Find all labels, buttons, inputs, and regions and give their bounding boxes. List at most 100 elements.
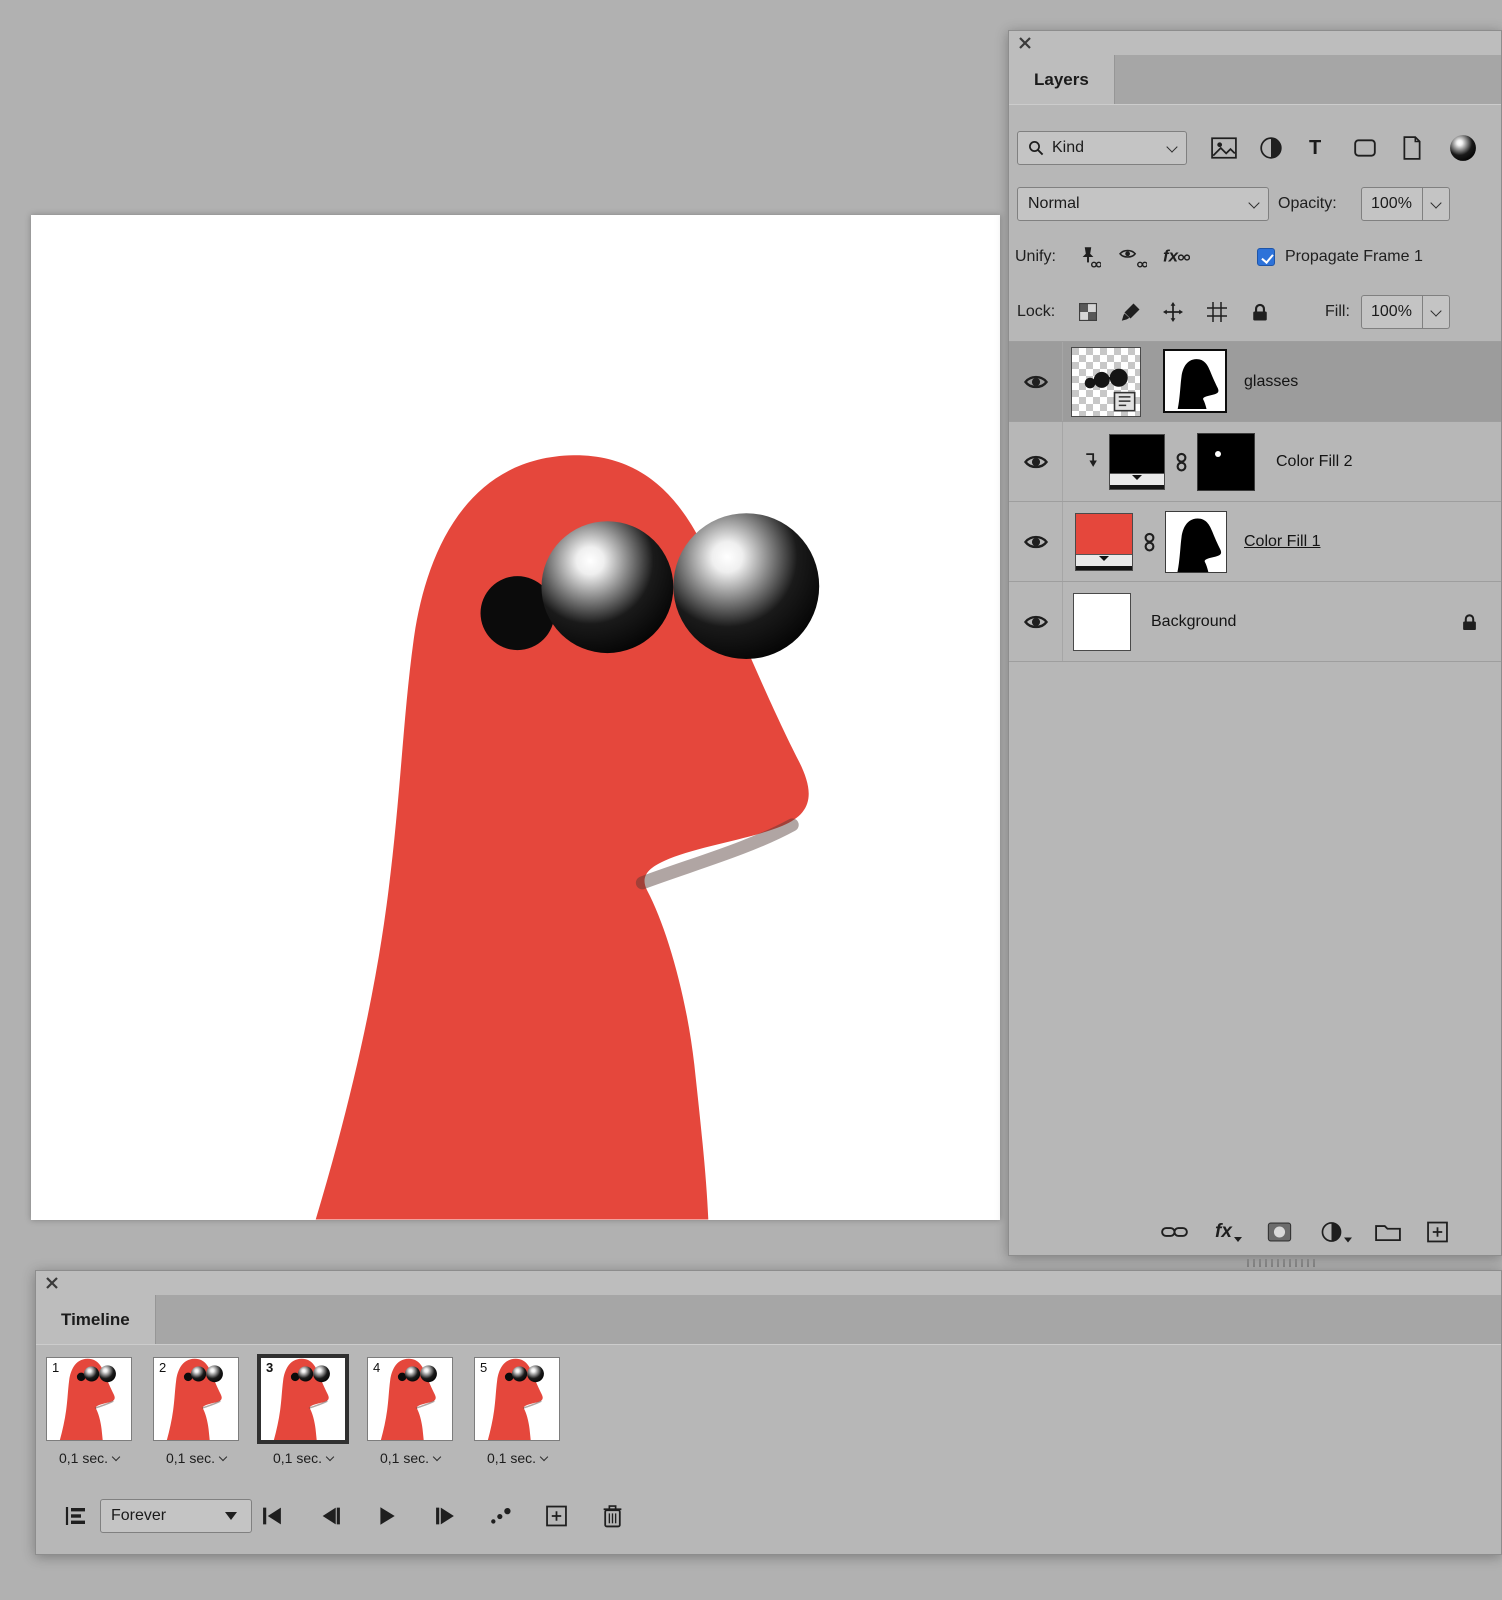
- link-layers-icon[interactable]: [1161, 1224, 1188, 1241]
- timeline-options-icon[interactable]: [64, 1505, 90, 1527]
- frame-1[interactable]: 1 0,1 sec.: [46, 1357, 132, 1466]
- dropdown-arrow-icon: [225, 1512, 237, 1520]
- propagate-frame-checkbox[interactable]: [1257, 248, 1275, 266]
- visibility-toggle[interactable]: [1009, 422, 1063, 501]
- filter-pixel-layers-icon[interactable]: [1211, 137, 1237, 159]
- new-layer-icon[interactable]: [1427, 1221, 1448, 1243]
- lock-transparency-icon[interactable]: [1079, 303, 1097, 321]
- frame-art: [47, 1358, 131, 1440]
- timeline-tabstrip: Timeline: [36, 1295, 1501, 1345]
- frame-art: [261, 1358, 345, 1440]
- layer-mask-glasses[interactable]: [1163, 349, 1227, 413]
- mask-silhouette: [1171, 518, 1222, 572]
- unify-visibility-icon[interactable]: [1119, 245, 1147, 269]
- clipping-mask-icon: [1083, 452, 1098, 469]
- layers-tabstrip: Layers: [1009, 55, 1501, 105]
- layer-row-background[interactable]: Background: [1009, 582, 1501, 662]
- lock-position-icon[interactable]: [1163, 302, 1183, 322]
- unify-style-icon[interactable]: fx: [1163, 246, 1191, 267]
- visibility-toggle[interactable]: [1009, 582, 1063, 661]
- fx-icon: fx: [1163, 246, 1179, 266]
- loop-count-select[interactable]: Forever: [100, 1499, 252, 1533]
- frame-duration: 0,1 sec.: [272, 1450, 323, 1466]
- delete-frame-trash-icon[interactable]: [602, 1504, 623, 1528]
- layer-thumbnail-background[interactable]: [1073, 593, 1131, 651]
- mask-dot: [1214, 450, 1221, 457]
- fill-dropdown-button[interactable]: [1423, 295, 1450, 329]
- add-layer-mask-icon[interactable]: [1267, 1222, 1292, 1242]
- layer-style-fx-icon[interactable]: fx: [1215, 1222, 1242, 1242]
- filter-adjustment-layers-icon[interactable]: [1259, 136, 1283, 160]
- frame-5[interactable]: 5 0,1 sec.: [474, 1357, 560, 1466]
- tween-frames-icon[interactable]: [489, 1505, 515, 1527]
- opacity-dropdown-button[interactable]: [1423, 187, 1450, 221]
- frame-3[interactable]: 3 0,1 sec.: [260, 1357, 346, 1466]
- frame-thumbnail[interactable]: 3: [260, 1357, 346, 1441]
- opacity-value: 100%: [1371, 195, 1412, 212]
- mask-link-icon[interactable]: [1175, 452, 1188, 472]
- unify-position-icon[interactable]: [1075, 245, 1101, 269]
- frame-duration-select[interactable]: 0,1 sec.: [46, 1450, 132, 1466]
- layer-row-color-fill-2[interactable]: Color Fill 2: [1009, 422, 1501, 502]
- frame-duration-select[interactable]: 0,1 sec.: [260, 1450, 346, 1466]
- mask-link-icon[interactable]: [1143, 532, 1156, 552]
- visibility-toggle[interactable]: [1009, 342, 1063, 421]
- adjustment-layer-icon[interactable]: [1321, 1222, 1352, 1243]
- opacity-label: Opacity:: [1278, 195, 1337, 212]
- frame-4[interactable]: 4 0,1 sec.: [367, 1357, 453, 1466]
- frame-2[interactable]: 2 0,1 sec.: [153, 1357, 239, 1466]
- kind-filter-select[interactable]: Kind: [1017, 131, 1187, 165]
- first-frame-button[interactable]: [261, 1506, 284, 1527]
- frame-thumbnail[interactable]: 1: [46, 1357, 132, 1441]
- glasses-artwork: [1084, 368, 1136, 412]
- layer-mask-color-fill-1[interactable]: [1165, 511, 1227, 573]
- lock-artboard-icon[interactable]: [1207, 302, 1227, 322]
- blend-mode-select[interactable]: Normal: [1017, 187, 1269, 221]
- next-frame-button[interactable]: [434, 1506, 457, 1527]
- layer-row-color-fill-1[interactable]: Color Fill 1: [1009, 502, 1501, 582]
- frame-duration: 0,1 sec.: [165, 1450, 216, 1466]
- frame-art: [475, 1358, 559, 1440]
- frame-thumbnail[interactable]: 4: [367, 1357, 453, 1441]
- new-group-folder-icon[interactable]: [1375, 1222, 1401, 1242]
- chevron-down-icon: [539, 1452, 549, 1462]
- previous-frame-button[interactable]: [319, 1506, 342, 1527]
- frame-duration-select[interactable]: 0,1 sec.: [474, 1450, 560, 1466]
- lock-all-icon[interactable]: [1251, 303, 1269, 321]
- sphere-icon[interactable]: [1449, 134, 1477, 162]
- filter-smart-object-icon[interactable]: [1401, 136, 1423, 160]
- filter-type-layers-icon[interactable]: T: [1309, 138, 1321, 158]
- unify-label: Unify:: [1015, 248, 1056, 265]
- layer-thumbnail-glasses[interactable]: [1071, 347, 1141, 417]
- character-illustration: [31, 215, 1000, 1220]
- layer-row-glasses[interactable]: glasses: [1009, 342, 1501, 422]
- frame-duration: 0,1 sec.: [379, 1450, 430, 1466]
- fill-combo: 100%: [1361, 295, 1450, 329]
- document-canvas[interactable]: [31, 215, 1000, 1220]
- eye-icon: [1023, 615, 1048, 628]
- new-frame-button[interactable]: [546, 1505, 567, 1527]
- close-icon[interactable]: [45, 1276, 59, 1290]
- layer-thumbnail-color-fill-2[interactable]: [1109, 434, 1165, 490]
- opacity-value-field[interactable]: 100%: [1361, 187, 1423, 221]
- frame-duration-select[interactable]: 0,1 sec.: [367, 1450, 453, 1466]
- chevron-down-icon: [1430, 304, 1442, 317]
- close-icon[interactable]: [1018, 36, 1032, 50]
- tab-layers[interactable]: Layers: [1009, 55, 1115, 104]
- chevron-down-icon: [325, 1452, 335, 1462]
- filter-shape-layers-icon[interactable]: [1353, 136, 1377, 160]
- frame-art: [368, 1358, 452, 1440]
- frame-thumbnail[interactable]: 2: [153, 1357, 239, 1441]
- frame-duration-select[interactable]: 0,1 sec.: [153, 1450, 239, 1466]
- lock-pixels-icon[interactable]: [1121, 302, 1141, 322]
- tab-timeline[interactable]: Timeline: [36, 1295, 156, 1344]
- layer-name: glasses: [1244, 372, 1299, 390]
- layer-thumbnail-color-fill-1[interactable]: [1075, 513, 1133, 571]
- fill-value-field[interactable]: 100%: [1361, 295, 1423, 329]
- layer-mask-color-fill-2[interactable]: [1197, 433, 1255, 491]
- play-button[interactable]: [376, 1505, 398, 1527]
- visibility-toggle[interactable]: [1009, 502, 1063, 581]
- panel-resize-grip[interactable]: [1247, 1259, 1315, 1267]
- frame-thumbnail[interactable]: 5: [474, 1357, 560, 1441]
- tab-layers-label: Layers: [1034, 69, 1089, 89]
